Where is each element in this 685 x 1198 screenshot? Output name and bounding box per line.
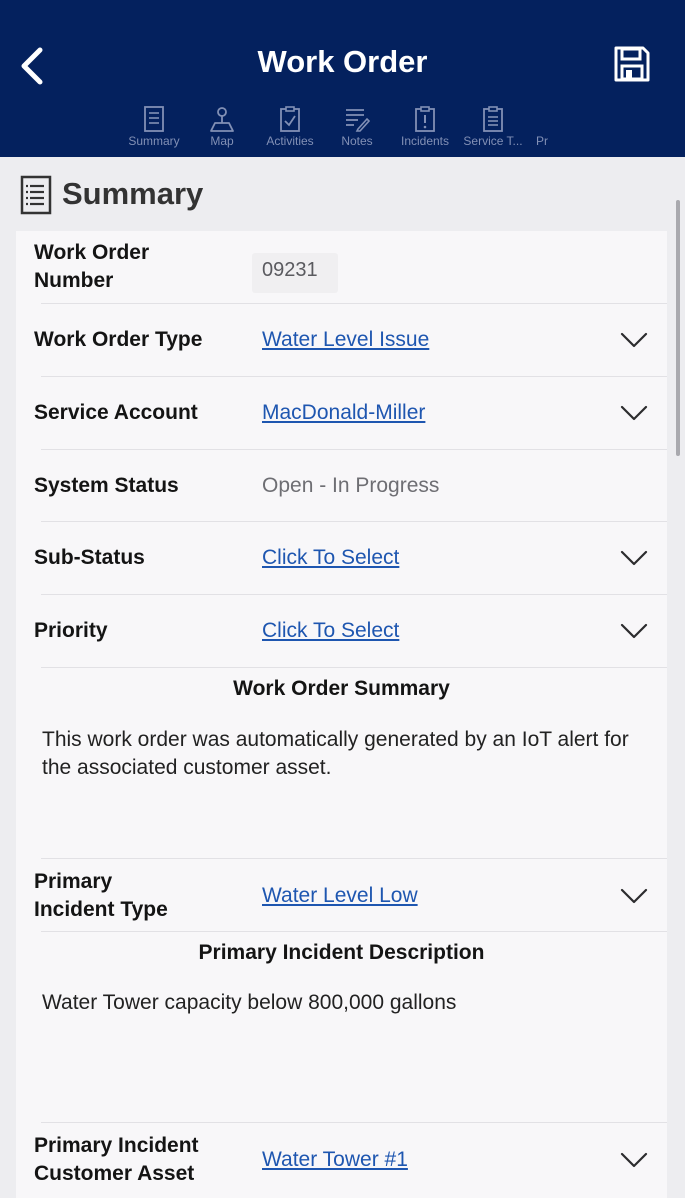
clipboard-alert-icon xyxy=(415,106,435,132)
tab-incidents[interactable]: Incidents xyxy=(396,106,454,148)
field-label: Sub-Status xyxy=(34,546,145,569)
work-order-summary-text[interactable]: This work order was automatically genera… xyxy=(42,726,642,782)
tab-map[interactable]: Map xyxy=(205,106,239,148)
work-order-number-field: 09231 xyxy=(252,253,338,293)
tab-label: Notes xyxy=(341,134,373,148)
divider xyxy=(41,1122,667,1123)
chevron-down-icon[interactable] xyxy=(619,331,649,349)
field-label: Work Order Type xyxy=(34,328,203,351)
field-label: System Status xyxy=(34,474,179,497)
tab-label: Summary xyxy=(128,134,180,148)
chevron-down-icon[interactable] xyxy=(619,622,649,640)
chevron-down-icon[interactable] xyxy=(619,1151,649,1169)
priority-row[interactable]: Priority Click To Select xyxy=(16,617,667,647)
primary-incident-customer-asset-select[interactable]: Water Tower #1 xyxy=(262,1146,408,1174)
tab-label: Service T... xyxy=(463,134,523,148)
section-title: Summary xyxy=(62,176,204,211)
app-header: Work Order Summary Map Activities Notes … xyxy=(0,0,685,157)
work-order-number-row: Work Order Number 09231 xyxy=(16,239,667,303)
divider xyxy=(41,667,667,668)
floppy-disk-icon xyxy=(614,46,650,82)
work-order-type-row[interactable]: Work Order Type Water Level Issue xyxy=(16,326,667,356)
clipboard-check-icon xyxy=(280,106,300,132)
notes-pencil-icon xyxy=(346,109,370,132)
field-label: Primary Incident Customer Asset xyxy=(34,1134,199,1185)
field-label: Work Order Number xyxy=(34,241,150,292)
divider xyxy=(41,594,667,595)
system-status-row: System Status Open - In Progress xyxy=(16,472,667,502)
list-document-icon xyxy=(144,106,164,132)
field-label: Primary Incident Type xyxy=(34,870,168,921)
field-label: Service Account xyxy=(34,401,198,424)
field-value: 09231 xyxy=(262,259,318,281)
divider xyxy=(41,521,667,522)
work-order-summary-title: Work Order Summary xyxy=(233,677,450,700)
chevron-down-icon[interactable] xyxy=(619,404,649,422)
summary-form: Work Order Number 09231 Work Order Type … xyxy=(16,231,667,1198)
chevron-down-icon[interactable] xyxy=(619,887,649,905)
primary-incident-type-row[interactable]: Primary Incident Type Water Level Low xyxy=(16,868,667,926)
page-title: Work Order xyxy=(257,44,428,79)
scrollbar[interactable] xyxy=(676,200,680,456)
tab-notes[interactable]: Notes xyxy=(337,106,377,148)
list-document-icon xyxy=(20,175,52,215)
tab-more[interactable]: Pr xyxy=(532,134,552,148)
tab-bar: Summary Map Activities Notes Incidents S… xyxy=(0,106,685,152)
tab-label: Map xyxy=(210,134,234,148)
service-account-select[interactable]: MacDonald-Miller xyxy=(262,399,425,427)
primary-incident-customer-asset-row[interactable]: Primary Incident Customer Asset Water To… xyxy=(16,1132,667,1190)
clipboard-list-icon xyxy=(483,106,503,132)
map-pin-icon xyxy=(210,107,234,132)
save-button[interactable] xyxy=(612,44,654,86)
field-label: Priority xyxy=(34,619,108,642)
tab-summary[interactable]: Summary xyxy=(126,106,182,148)
divider xyxy=(41,858,667,859)
sub-status-row[interactable]: Sub-Status Click To Select xyxy=(16,544,667,574)
system-status-value: Open - In Progress xyxy=(262,474,440,497)
tab-label: Incidents xyxy=(400,134,450,148)
work-order-type-select[interactable]: Water Level Issue xyxy=(262,326,429,354)
tab-service-tasks[interactable]: Service T... xyxy=(459,106,527,148)
primary-incident-description-title: Primary Incident Description xyxy=(198,941,485,964)
tab-label: Activities xyxy=(266,134,314,148)
chevron-down-icon[interactable] xyxy=(619,549,649,567)
service-account-row[interactable]: Service Account MacDonald-Miller xyxy=(16,399,667,429)
primary-incident-type-select[interactable]: Water Level Low xyxy=(262,882,418,910)
divider xyxy=(41,449,667,450)
tab-activities[interactable]: Activities xyxy=(261,106,319,148)
divider xyxy=(41,931,667,932)
divider xyxy=(41,376,667,377)
divider xyxy=(41,303,667,304)
primary-incident-description-text[interactable]: Water Tower capacity below 800,000 gallo… xyxy=(42,989,642,1017)
tab-label: Pr xyxy=(536,134,548,148)
sub-status-select[interactable]: Click To Select xyxy=(262,544,399,572)
priority-select[interactable]: Click To Select xyxy=(262,617,399,645)
